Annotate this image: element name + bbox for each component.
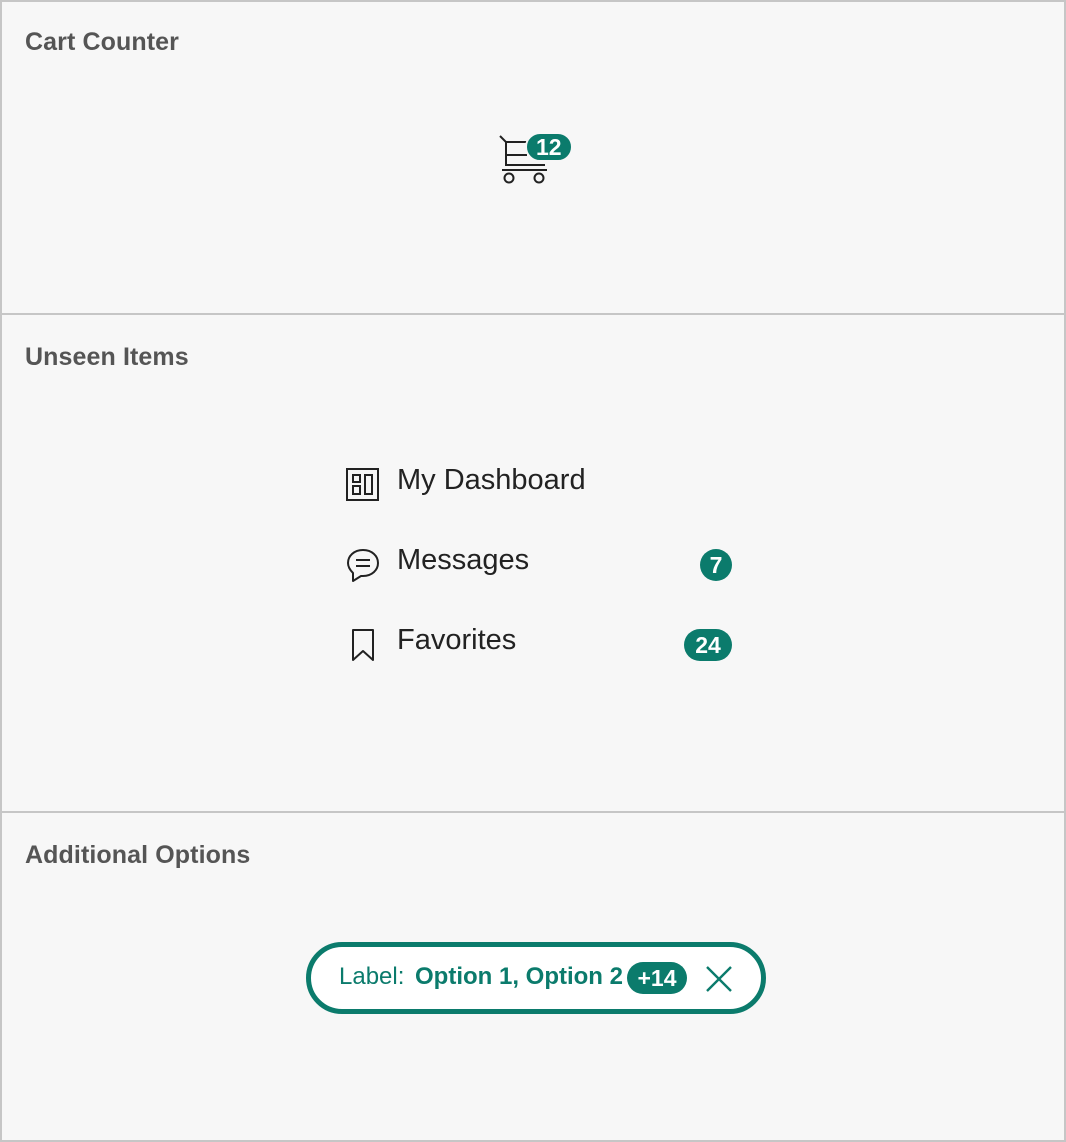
nav-item-my-dashboard[interactable]: My Dashboard — [344, 456, 736, 536]
chip-label: Label: — [339, 963, 405, 990]
dashboard-icon — [346, 468, 379, 501]
filter-chip[interactable]: Label: Option 1, Option 2 +14 — [306, 942, 766, 1014]
page-frame: Cart Counter 12 Unseen Items My Dashboar… — [0, 0, 1066, 1142]
section-title: Unseen Items — [25, 343, 189, 371]
close-icon[interactable] — [704, 964, 734, 994]
bookmark-icon — [352, 629, 374, 661]
section-title: Cart Counter — [25, 28, 179, 56]
nav-item-label: Favorites — [397, 624, 517, 656]
unseen-count-badge: 7 — [700, 549, 732, 581]
additional-options-section: Additional Options Label: Option 1, Opti… — [2, 813, 1064, 1140]
cart-counter-section: Cart Counter 12 — [2, 2, 1064, 315]
chat-bubble-icon — [347, 549, 379, 582]
chip-value: Option 1, Option 2 — [415, 963, 623, 990]
unseen-count-badge: 24 — [684, 629, 732, 661]
chip-extra-count-badge: +14 — [627, 962, 687, 994]
section-title: Additional Options — [25, 841, 251, 869]
nav-item-label: My Dashboard — [397, 464, 586, 496]
nav-item-favorites[interactable]: Favorites 24 — [344, 616, 736, 696]
cart-button[interactable]: 12 — [497, 132, 577, 188]
nav-list: My Dashboard Messages 7 Favorites 24 — [344, 456, 736, 696]
nav-item-messages[interactable]: Messages 7 — [344, 536, 736, 616]
unseen-items-section: Unseen Items My Dashboard Messages 7 Fav… — [2, 315, 1064, 813]
nav-item-label: Messages — [397, 544, 530, 576]
cart-count-badge: 12 — [525, 132, 573, 162]
